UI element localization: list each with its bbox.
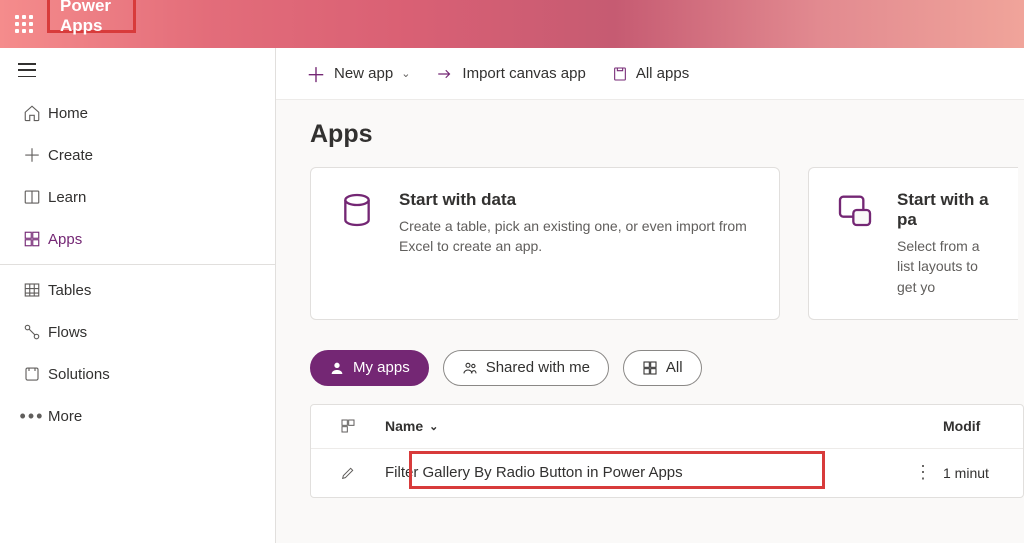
sidebar-item-label: Apps [48, 231, 82, 248]
new-app-label: New app [334, 65, 393, 82]
card-desc: Select from a list layouts to get yo [897, 236, 992, 297]
sidebar-item-apps[interactable]: Apps [0, 218, 275, 260]
book-icon [16, 188, 48, 206]
all-apps-button[interactable]: All apps [612, 65, 689, 82]
new-app-button[interactable]: ＋ New app ⌄ [306, 59, 410, 88]
grid-icon [642, 360, 658, 376]
plus-icon [16, 146, 48, 164]
app-modified: 1 minut [943, 465, 1023, 481]
sidebar-item-flows[interactable]: Flows [0, 311, 275, 353]
header-background [0, 0, 1024, 48]
brand-title[interactable]: Power Apps [60, 0, 123, 36]
card-desc: Create a table, pick an existing one, or… [399, 216, 753, 257]
sidebar-item-tables[interactable]: Tables [0, 269, 275, 311]
hamburger-icon[interactable] [18, 63, 36, 77]
table-row[interactable]: Filter Gallery By Radio Button in Power … [311, 449, 1023, 497]
start-cards: Start with data Create a table, pick an … [276, 167, 1024, 320]
card-start-with-data[interactable]: Start with data Create a table, pick an … [310, 167, 780, 320]
sidebar-item-label: Create [48, 147, 93, 164]
sidebar: Home Create Learn Apps Tables [0, 48, 276, 543]
main-content: ＋ New app ⌄ Import canvas app All apps A… [276, 48, 1024, 543]
card-start-with-page[interactable]: Start with a pa Select from a list layou… [808, 167, 1018, 320]
row-more-icon[interactable]: ⋮ [903, 462, 943, 483]
table-icon [16, 281, 48, 299]
sidebar-item-label: More [48, 408, 82, 425]
grid-header: Name ⌄ Modif [311, 405, 1023, 449]
people-icon [462, 360, 478, 376]
sidebar-item-label: Tables [48, 282, 91, 299]
page-layout-icon [835, 190, 875, 230]
sidebar-item-label: Flows [48, 324, 87, 341]
filter-all[interactable]: All [623, 350, 702, 386]
card-title: Start with a pa [897, 190, 992, 230]
filter-pills: My apps Shared with me All [276, 320, 1024, 404]
filter-my-apps[interactable]: My apps [310, 350, 429, 386]
filter-label: Shared with me [486, 359, 590, 376]
person-icon [329, 360, 345, 376]
name-column-header[interactable]: Name ⌄ [385, 418, 943, 434]
chevron-down-icon: ⌄ [401, 67, 410, 80]
sidebar-item-solutions[interactable]: Solutions [0, 353, 275, 395]
sidebar-item-label: Learn [48, 189, 86, 206]
chevron-down-icon: ⌄ [429, 420, 438, 433]
app-name: Filter Gallery By Radio Button in Power … [385, 464, 903, 481]
page-title: Apps [276, 100, 1024, 167]
apps-grid: Name ⌄ Modif Filter Gallery By Radio But… [310, 404, 1024, 498]
import-canvas-button[interactable]: Import canvas app [436, 65, 585, 83]
plus-icon: ＋ [306, 59, 326, 88]
sidebar-item-learn[interactable]: Learn [0, 176, 275, 218]
brand-title-highlight: Power Apps [47, 0, 136, 33]
import-label: Import canvas app [462, 65, 585, 82]
apps-icon [16, 230, 48, 248]
flow-icon [16, 323, 48, 341]
all-apps-icon [612, 66, 628, 82]
import-icon [436, 65, 454, 83]
type-column-icon [311, 418, 385, 434]
solutions-icon [16, 365, 48, 383]
edit-icon[interactable] [311, 465, 385, 481]
filter-shared[interactable]: Shared with me [443, 350, 609, 386]
app-launcher-icon[interactable] [0, 0, 48, 48]
database-icon [337, 190, 377, 230]
sidebar-item-label: Solutions [48, 366, 110, 383]
home-icon [16, 104, 48, 122]
header: Power Apps [0, 0, 48, 48]
all-apps-label: All apps [636, 65, 689, 82]
sidebar-item-more[interactable]: ••• More [0, 395, 275, 437]
filter-label: My apps [353, 359, 410, 376]
name-header-label: Name [385, 418, 423, 434]
sidebar-item-create[interactable]: Create [0, 134, 275, 176]
command-bar: ＋ New app ⌄ Import canvas app All apps [276, 48, 1024, 100]
sidebar-item-home[interactable]: Home [0, 92, 275, 134]
sidebar-item-label: Home [48, 105, 88, 122]
sidebar-divider [0, 264, 275, 265]
more-icon: ••• [16, 406, 48, 427]
filter-label: All [666, 359, 683, 376]
modified-column-header[interactable]: Modif [943, 418, 1023, 434]
card-title: Start with data [399, 190, 753, 210]
